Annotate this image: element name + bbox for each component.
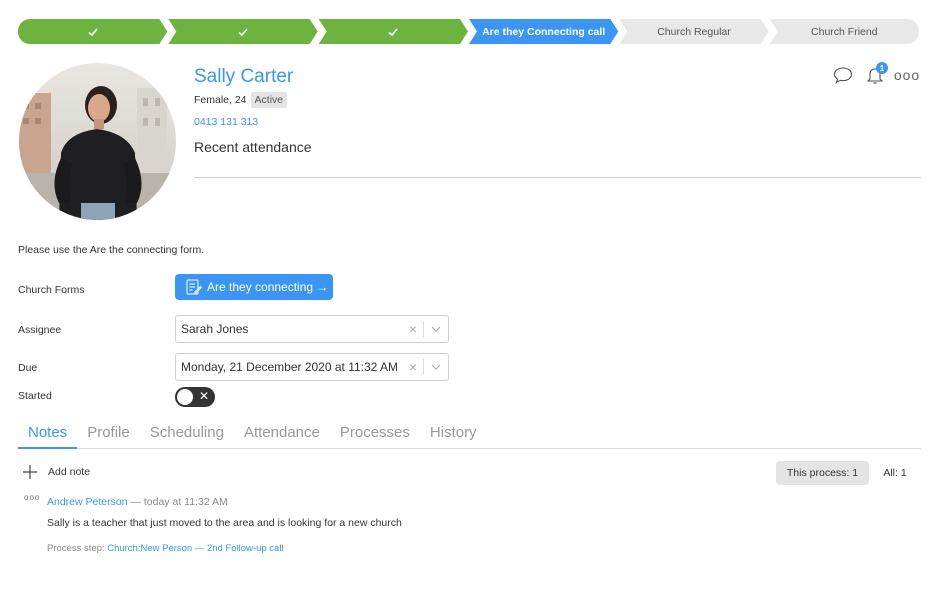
form-instruction: Please use the Are the connecting form. — [18, 244, 205, 256]
open-form-button[interactable]: Are they connecting → — [175, 274, 333, 300]
step-current[interactable]: Are they Connecting call — [469, 19, 618, 44]
tab-notes[interactable]: Notes — [18, 423, 78, 449]
step-label: Are they Connecting call — [482, 25, 606, 38]
chevron-down-icon[interactable] — [424, 364, 448, 370]
check-icon — [387, 26, 399, 38]
plus-icon — [23, 465, 37, 479]
note-timestamp: — today at 11:32 AM — [130, 496, 228, 508]
person-name[interactable]: Sally Carter — [194, 66, 293, 88]
started-label: Started — [18, 390, 52, 402]
tab-attendance[interactable]: Attendance — [234, 423, 330, 449]
filter-this-process[interactable]: This process: 1 — [776, 461, 869, 485]
note-more-icon[interactable]: ooo — [24, 493, 40, 502]
step-2[interactable] — [168, 19, 317, 44]
person-meta: Female, 24 Active — [194, 92, 288, 108]
step-3[interactable] — [319, 19, 468, 44]
assignee-value: Sarah Jones — [181, 322, 249, 336]
step-church-friend[interactable]: Church Friend — [769, 19, 919, 44]
divider — [194, 177, 921, 178]
note-process-step: Process step: Church:New Person — 2nd Fo… — [47, 543, 284, 554]
due-date-select[interactable]: Monday, 21 December 2020 at 11:32 AM × — [175, 353, 449, 381]
due-value: Monday, 21 December 2020 at 11:32 AM — [181, 360, 399, 374]
step-1[interactable] — [18, 19, 167, 44]
add-note-label: Add note — [48, 466, 91, 478]
notifications-button[interactable]: 1 — [864, 62, 888, 86]
tab-profile[interactable]: Profile — [77, 423, 140, 449]
note-author-link[interactable]: Andrew Peterson — [47, 496, 128, 508]
chevron-down-icon[interactable] — [424, 326, 448, 332]
check-icon — [87, 26, 99, 38]
more-options-button[interactable]: ooo — [893, 64, 921, 86]
profile-tabs: Notes Profile Scheduling Attendance Proc… — [18, 423, 921, 449]
phone-link[interactable]: 0413 131 313 — [194, 116, 258, 128]
tab-history[interactable]: History — [420, 423, 487, 449]
step-label: Church Friend — [811, 25, 878, 38]
add-note-button[interactable]: Add note — [22, 464, 90, 480]
form-edit-icon — [186, 279, 203, 295]
process-step-link[interactable]: Church:New Person — 2nd Follow-up call — [107, 543, 283, 554]
recent-attendance-heading: Recent attendance — [194, 139, 312, 155]
process-step-label: Process step: — [47, 543, 108, 554]
clear-icon[interactable]: × — [403, 321, 423, 337]
notification-count-badge: 1 — [876, 62, 888, 74]
process-steps: Are they Connecting call Church Regular … — [18, 19, 920, 44]
note-header: Andrew Peterson — today at 11:32 AM — [47, 496, 228, 508]
close-icon: ✕ — [198, 389, 209, 403]
step-label: Church Regular — [657, 25, 731, 38]
filter-all[interactable]: All: 1 — [876, 461, 914, 485]
started-toggle[interactable]: ✕ — [175, 387, 215, 407]
assignee-select[interactable]: Sarah Jones × — [175, 315, 449, 343]
avatar — [19, 63, 176, 220]
header-actions: 1 ooo — [832, 62, 921, 86]
status-badge: Active — [250, 92, 288, 108]
tab-scheduling[interactable]: Scheduling — [140, 423, 234, 449]
step-church-regular[interactable]: Church Regular — [619, 19, 768, 44]
open-form-label: Are they connecting → — [207, 280, 329, 294]
check-icon — [237, 26, 249, 38]
assignee-label: Assignee — [18, 324, 62, 336]
due-label: Due — [18, 362, 38, 374]
church-forms-label: Church Forms — [18, 284, 85, 296]
note-body: Sally is a teacher that just moved to th… — [47, 517, 402, 529]
toggle-knob — [177, 389, 193, 405]
gender-age: Female, 24 — [194, 94, 247, 106]
tab-processes[interactable]: Processes — [330, 423, 420, 449]
clear-icon[interactable]: × — [403, 359, 423, 375]
comment-button[interactable] — [832, 64, 854, 86]
more-icon: ooo — [893, 67, 921, 83]
speech-bubble-icon — [833, 67, 853, 84]
